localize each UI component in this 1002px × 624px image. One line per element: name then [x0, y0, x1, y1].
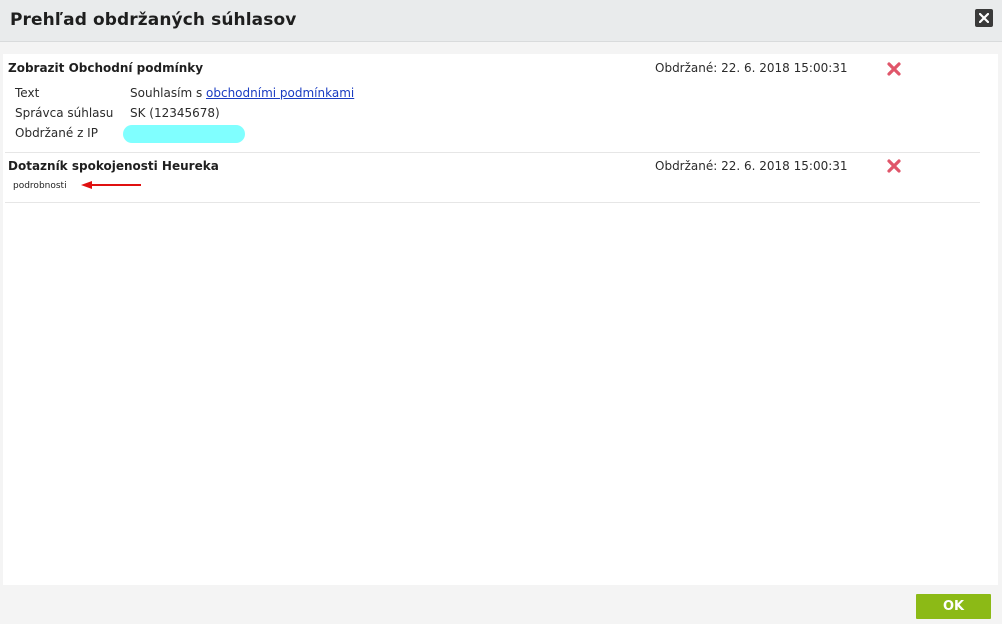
- close-icon: [979, 13, 989, 23]
- ok-button[interactable]: OK: [916, 594, 991, 619]
- text-prefix: Souhlasím s: [130, 86, 207, 100]
- dialog-titlebar: Prehľad obdržaných súhlasov: [0, 0, 1002, 42]
- delete-x-icon[interactable]: [886, 61, 902, 77]
- terms-link[interactable]: obchodními podmínkami: [206, 86, 354, 100]
- ip-redaction: [123, 125, 245, 143]
- red-arrow-annotation: [81, 181, 141, 189]
- manager-value: SK (12345678): [130, 106, 220, 120]
- text-label: Text: [15, 86, 40, 100]
- consent-list: Zobrazit Obchodní podmínky Obdržané: 22.…: [3, 54, 998, 585]
- consent-title: Zobrazit Obchodní podmínky: [8, 61, 204, 75]
- delete-x-icon[interactable]: [886, 158, 902, 174]
- dialog-title: Prehľad obdržaných súhlasov: [10, 10, 297, 30]
- received-date: Obdržané: 22. 6. 2018 15:00:31: [655, 159, 848, 173]
- consent-title: Dotazník spokojenosti Heureka: [8, 159, 219, 173]
- text-value: Souhlasím s obchodními podmínkami: [130, 86, 354, 100]
- consent-item: Dotazník spokojenosti Heureka Obdržané: …: [5, 153, 980, 203]
- close-button[interactable]: [975, 9, 993, 27]
- details-link[interactable]: podrobnosti: [13, 181, 67, 191]
- manager-label: Správca súhlasu: [15, 106, 114, 120]
- consent-item: Zobrazit Obchodní podmínky Obdržané: 22.…: [5, 54, 980, 153]
- dialog-footer: OK: [0, 585, 1002, 624]
- received-date: Obdržané: 22. 6. 2018 15:00:31: [655, 61, 848, 75]
- ip-label: Obdržané z IP: [15, 126, 98, 140]
